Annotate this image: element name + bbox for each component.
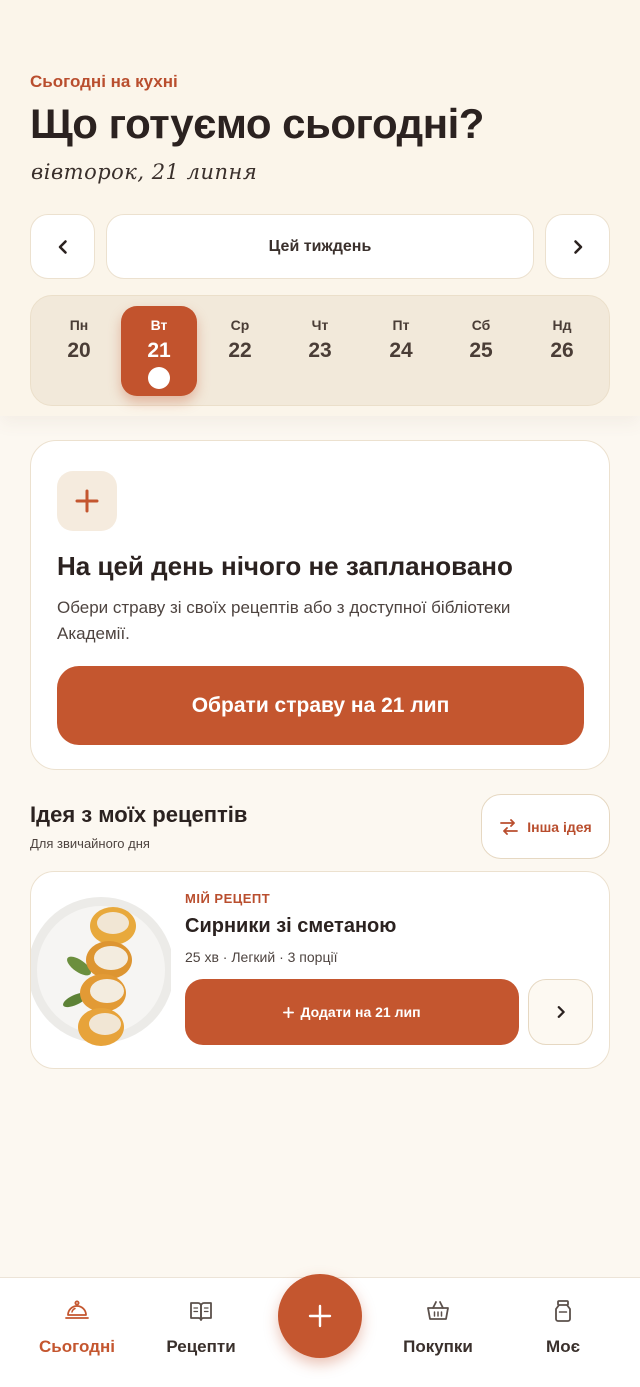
eyebrow-label: Сьогодні на кухні	[30, 72, 178, 91]
tab-label: Рецепти	[166, 1337, 236, 1356]
shuffle-arrows-icon	[500, 818, 519, 835]
add-fab-button[interactable]	[278, 1274, 362, 1358]
tab-recipes[interactable]: Рецепти	[146, 1298, 256, 1357]
basket-icon	[427, 1301, 449, 1320]
prev-week-button[interactable]	[30, 214, 95, 279]
empty-state-title: На цей день нічого не заплановано	[57, 551, 513, 581]
day-thu[interactable]: Чт 23	[282, 306, 358, 396]
day-mon[interactable]: Пн 20	[41, 306, 117, 396]
idea-section-subtitle: Для звичайного дня	[30, 836, 150, 851]
add-recipe-button[interactable]: Додати на 21 лип	[185, 979, 519, 1045]
day-name: Пн	[69, 317, 89, 333]
jar-icon	[555, 1300, 571, 1322]
week-days-strip: Пн 20 Вт 21 Ср 22 Чт 23 Пт 24 Сб 25 Нд 2…	[30, 295, 610, 406]
day-date: 23	[308, 339, 332, 362]
choose-dish-button[interactable]: Обрати страву на 21 лип	[57, 666, 584, 745]
day-fri[interactable]: Пт 24	[363, 306, 439, 396]
day-tue-selected[interactable]: Вт 21	[121, 306, 197, 396]
recipe-card[interactable]: МІЙ РЕЦЕПТ Сирники зі сметаною 25 хв · Л…	[30, 871, 610, 1069]
day-date: 26	[550, 339, 574, 362]
next-week-button[interactable]	[545, 214, 610, 279]
idea-section-title: Ідея з моїх рецептів	[30, 802, 248, 827]
tab-today[interactable]: Сьогодні	[22, 1298, 132, 1357]
tab-label: Сьогодні	[39, 1337, 115, 1356]
day-name: Вт	[150, 317, 168, 333]
header-section: Сьогодні на кухні Що готуємо сьогодні? в…	[0, 0, 640, 416]
other-idea-button[interactable]: Інша ідея	[481, 794, 610, 859]
recipe-badge: МІЙ РЕЦЕПТ	[185, 891, 271, 906]
recipe-photo	[31, 897, 171, 1046]
plus-icon	[75, 489, 99, 513]
day-name: Пт	[392, 317, 410, 333]
day-name: Сб	[471, 317, 491, 333]
plus-icon	[283, 1006, 295, 1018]
day-date: 24	[389, 339, 413, 362]
tab-label: Моє	[546, 1337, 580, 1356]
tab-shopping[interactable]: Покупки	[383, 1298, 493, 1357]
chevron-right-icon	[573, 239, 582, 254]
week-selector[interactable]: Цей тиждень	[106, 214, 534, 279]
day-date: 21	[147, 339, 171, 362]
empty-state-text: Обери страву зі своїх рецептів або з дос…	[57, 598, 511, 643]
selected-day-dot	[148, 367, 170, 389]
plus-icon	[308, 1304, 332, 1328]
tab-mine[interactable]: Моє	[508, 1298, 618, 1357]
day-name: Ср	[230, 317, 250, 333]
day-sun[interactable]: Нд 26	[524, 306, 600, 396]
other-idea-label: Інша ідея	[527, 818, 592, 835]
add-meal-tile[interactable]	[57, 471, 117, 531]
cloche-icon	[65, 1300, 89, 1319]
empty-day-card: На цей день нічого не заплановано Обери …	[30, 440, 610, 770]
day-sat[interactable]: Сб 25	[443, 306, 519, 396]
open-recipe-button[interactable]	[528, 979, 593, 1045]
add-recipe-label: Додати на 21 лип	[300, 1004, 421, 1020]
chevron-right-icon	[557, 1006, 565, 1018]
book-icon	[190, 1302, 212, 1321]
day-name: Чт	[311, 317, 329, 333]
current-date: вівторок, 21 липня	[31, 160, 258, 184]
day-name: Нд	[552, 317, 572, 333]
day-wed[interactable]: Ср 22	[202, 306, 278, 396]
day-date: 20	[67, 339, 91, 362]
chevron-left-icon	[58, 239, 67, 254]
day-date: 22	[228, 339, 252, 362]
recipe-meta: 25 хв · Легкий · 3 порції	[185, 949, 338, 965]
day-date: 25	[469, 339, 493, 362]
tab-label: Покупки	[403, 1337, 473, 1356]
recipe-name[interactable]: Сирники зі сметаною	[185, 915, 396, 938]
page-title: Що готуємо сьогодні?	[30, 100, 484, 147]
